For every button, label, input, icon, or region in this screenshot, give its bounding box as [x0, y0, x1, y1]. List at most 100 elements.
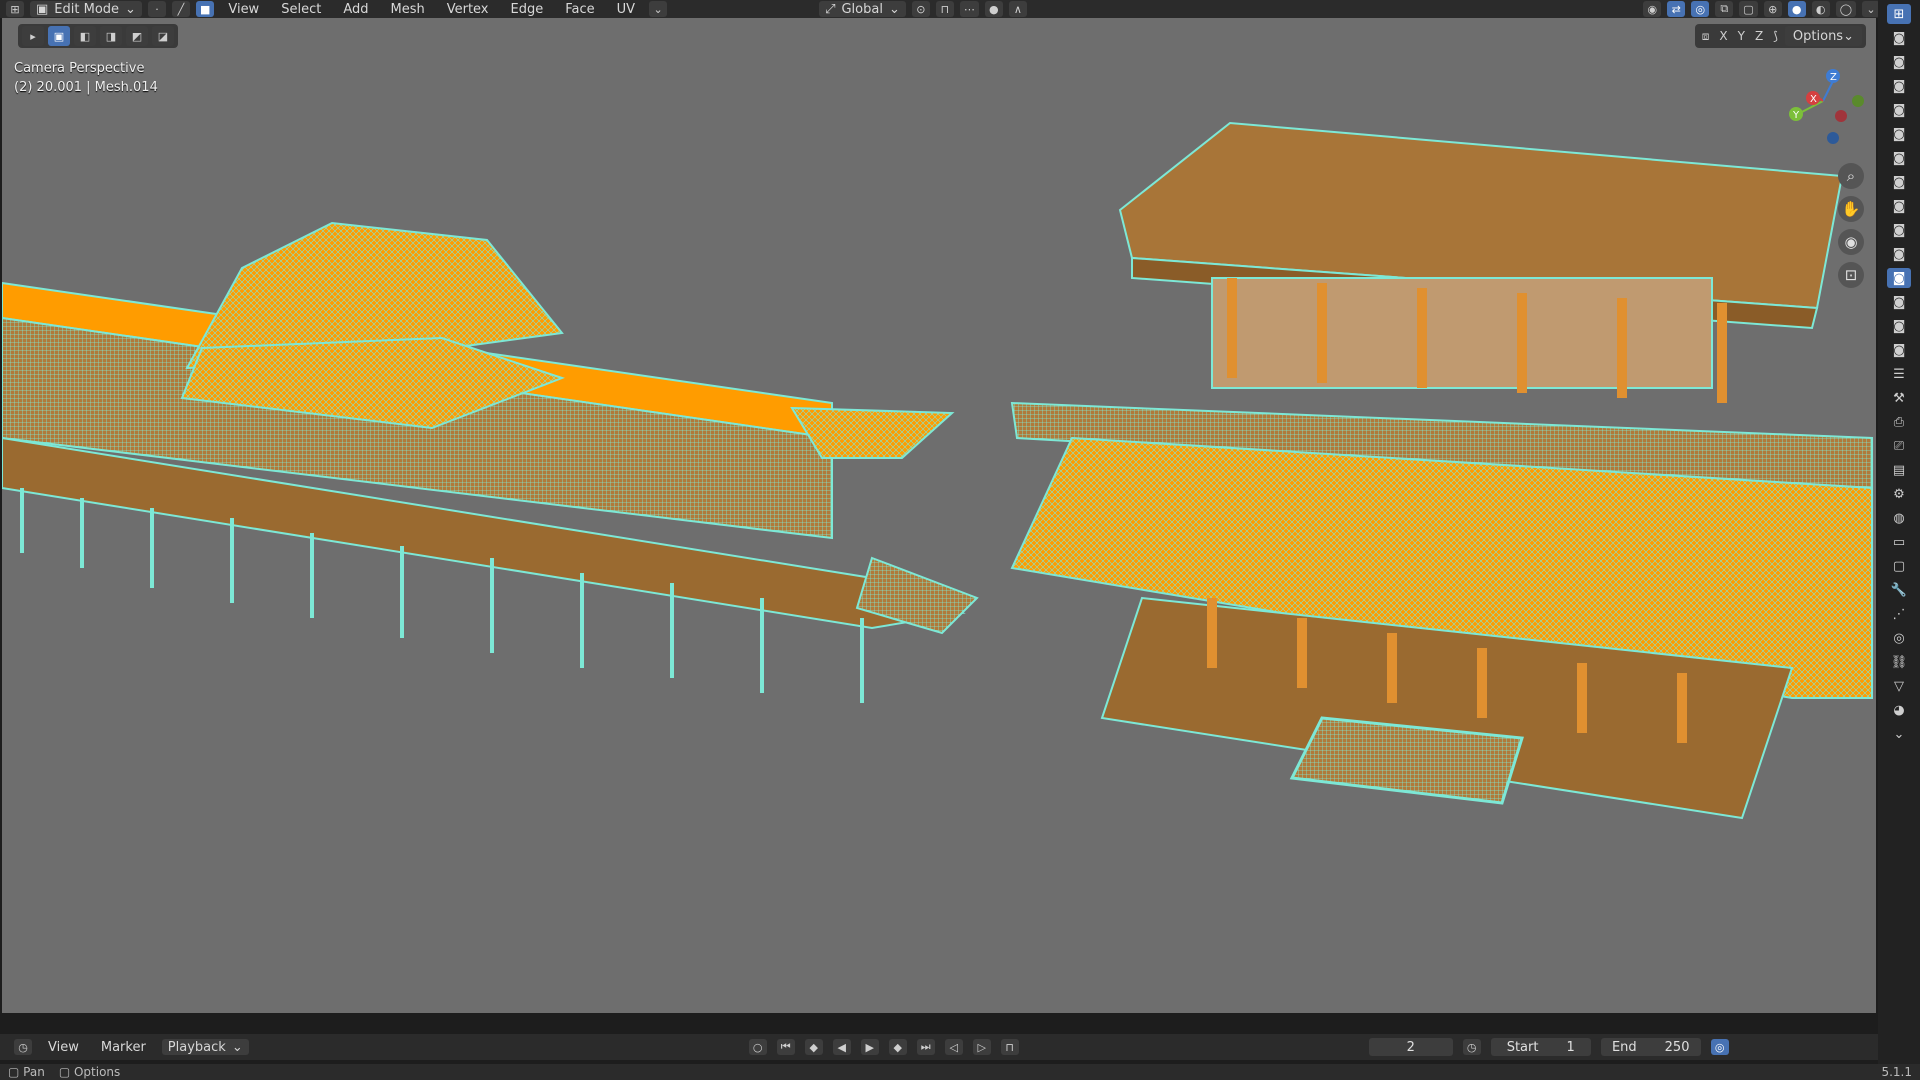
particles-icon[interactable]: ⋰	[1887, 604, 1911, 624]
snap-toggle-button[interactable]: ⊓	[935, 1, 954, 17]
snap-target-button[interactable]: ⋯	[959, 1, 979, 17]
transform-orientation-dropdown[interactable]: ⤢ Global ⌄	[819, 1, 906, 17]
shading-solid-icon[interactable]: ●	[1787, 1, 1806, 17]
overlay-icon[interactable]: ◎	[1710, 1039, 1729, 1055]
prev-frame-icon[interactable]: ◁	[944, 1039, 963, 1055]
camera-restrict-icon[interactable]: ◙	[1887, 196, 1911, 216]
select-invert-icon[interactable]: ◩	[126, 26, 148, 46]
camera-view-icon[interactable]: ◉	[1838, 229, 1864, 255]
jump-next-keyframe-icon[interactable]: ◆	[888, 1039, 907, 1055]
menu-mesh[interactable]: Mesh	[382, 2, 432, 17]
xray-icon[interactable]: ▢	[1739, 1, 1758, 17]
menu-vertex[interactable]: Vertex	[439, 2, 497, 17]
tool-properties-icon[interactable]: ⚒	[1887, 388, 1911, 408]
overlay-toggle-icon[interactable]: ◎	[1691, 1, 1710, 17]
menu-view[interactable]: View	[220, 2, 267, 17]
start-frame-field[interactable]: Start 1	[1490, 1038, 1591, 1056]
menu-uv[interactable]: UV	[609, 2, 643, 17]
view-layer-icon[interactable]: ▤	[1887, 460, 1911, 480]
gizmo-neg-x[interactable]	[1835, 110, 1847, 122]
timeline-menu-view[interactable]: View	[42, 1040, 85, 1055]
menu-face[interactable]: Face	[557, 2, 602, 17]
zoom-icon[interactable]: ⌕	[1838, 163, 1864, 189]
select-subtract-icon[interactable]: ◨	[100, 26, 122, 46]
chevron-down-icon[interactable]: ⌄	[1887, 724, 1911, 744]
camera-restrict-icon[interactable]: ◙	[1887, 172, 1911, 192]
editor-type-clock-icon[interactable]: ◷	[14, 1039, 32, 1055]
navigation-gizmo[interactable]: Z Y X	[1778, 56, 1868, 146]
current-frame-field[interactable]: 2	[1368, 1038, 1453, 1056]
axis-x[interactable]: X	[1716, 29, 1730, 43]
auto-merge-icon[interactable]: ⟆	[1770, 29, 1781, 43]
select-extend-icon[interactable]: ◧	[74, 26, 96, 46]
object-properties-icon[interactable]: ▢	[1887, 556, 1911, 576]
outliner-top-icon[interactable]: ⊞	[1887, 4, 1911, 24]
menu-add[interactable]: Add	[335, 2, 376, 17]
snap-icon[interactable]: ⊓	[1000, 1039, 1019, 1055]
playback-dropdown[interactable]: Playback ⌄	[161, 1039, 249, 1055]
shading-wireframe-icon[interactable]: ⊕	[1763, 1, 1782, 17]
options-dropdown[interactable]: Options ⌄	[1784, 26, 1862, 46]
axis-y[interactable]: Y	[1735, 29, 1748, 43]
menu-edge[interactable]: Edge	[503, 2, 552, 17]
vertex-select-button[interactable]: ·	[147, 1, 166, 17]
select-box-icon[interactable]: ▣	[48, 26, 70, 46]
mode-dropdown[interactable]: ▣ Edit Mode ⌄	[30, 1, 142, 17]
menu-select[interactable]: Select	[273, 2, 329, 17]
uv-sync-button[interactable]: ⌄	[649, 1, 668, 17]
mirror-icon[interactable]: ⧈	[1699, 29, 1713, 44]
camera-restrict-icon[interactable]: ◙	[1887, 220, 1911, 240]
camera-restrict-icon[interactable]: ◙	[1887, 244, 1911, 264]
camera-restrict-icon[interactable]: ◙	[1887, 340, 1911, 360]
modifier-properties-icon[interactable]: 🔧	[1887, 580, 1911, 600]
jump-prev-keyframe-icon[interactable]: ◆	[804, 1039, 823, 1055]
material-properties-icon[interactable]: ◕	[1887, 700, 1911, 720]
play-reverse-icon[interactable]: ◀	[832, 1039, 851, 1055]
camera-restrict-icon[interactable]: ◙	[1887, 292, 1911, 312]
properties-header-icon[interactable]: ☰	[1887, 364, 1911, 384]
camera-restrict-icon[interactable]: ◙	[1887, 76, 1911, 96]
camera-restrict-icon[interactable]: ◙	[1887, 316, 1911, 336]
lock-icon[interactable]: ⊡	[1838, 262, 1864, 288]
pan-hand-icon[interactable]: ✋	[1838, 196, 1864, 222]
gizmo-neg-y[interactable]	[1852, 95, 1864, 107]
timeline-menu-marker[interactable]: Marker	[95, 1040, 152, 1055]
jump-end-icon[interactable]: ⏭	[916, 1039, 935, 1055]
select-intersect-icon[interactable]: ◪	[152, 26, 174, 46]
next-frame-icon[interactable]: ▷	[972, 1039, 991, 1055]
falloff-button[interactable]: ∧	[1008, 1, 1027, 17]
jump-start-icon[interactable]: ⏮	[776, 1039, 795, 1055]
end-frame-field[interactable]: End 250	[1600, 1038, 1701, 1056]
camera-restrict-icon[interactable]: ◙	[1887, 100, 1911, 120]
edge-select-button[interactable]: ╱	[171, 1, 190, 17]
physics-icon[interactable]: ◎	[1887, 628, 1911, 648]
select-tool-icon[interactable]: ▸	[22, 26, 44, 46]
shading-material-icon[interactable]: ◐	[1811, 1, 1830, 17]
face-select-button[interactable]: ■	[195, 1, 215, 17]
camera-restrict-icon[interactable]: ◙	[1887, 124, 1911, 144]
output-properties-icon[interactable]: ⎚	[1887, 436, 1911, 456]
record-icon[interactable]: ○	[748, 1039, 767, 1055]
proportional-edit-button[interactable]: ●	[984, 1, 1003, 17]
data-properties-icon[interactable]: ▽	[1887, 676, 1911, 696]
camera-restrict-icon[interactable]: ◙	[1887, 148, 1911, 168]
camera-restrict-icon[interactable]: ◙	[1887, 28, 1911, 48]
render-properties-icon[interactable]: ⎙	[1887, 412, 1911, 432]
play-icon[interactable]: ▶	[860, 1039, 879, 1055]
camera-restrict-icon[interactable]: ◙	[1887, 52, 1911, 72]
constraints-icon[interactable]: ⛓	[1887, 652, 1911, 672]
camera-restrict-icon[interactable]: ◙	[1887, 268, 1911, 288]
world-properties-icon[interactable]: ◍	[1887, 508, 1911, 528]
3d-viewport[interactable]: ▸ ▣ ◧ ◨ ◩ ◪ Camera Perspective (2) 20.00…	[2, 18, 1876, 1013]
gizmo-neg-z[interactable]	[1827, 132, 1839, 144]
collection-properties-icon[interactable]: ▭	[1887, 532, 1911, 552]
scene-properties-icon[interactable]: ⚙	[1887, 484, 1911, 504]
axis-z[interactable]: Z	[1752, 29, 1766, 43]
shading-rendered-icon[interactable]: ◯	[1835, 1, 1856, 17]
mesh-edit-overlay-icon[interactable]: ⧉	[1715, 1, 1734, 17]
stopwatch-icon[interactable]: ◷	[1462, 1039, 1481, 1055]
visibility-icon[interactable]: ◉	[1643, 1, 1662, 17]
gizmo-toggle-icon[interactable]: ⇄	[1667, 1, 1686, 17]
editor-type-button[interactable]: ⊞	[6, 1, 24, 17]
pivot-point-button[interactable]: ⊙	[911, 1, 930, 17]
